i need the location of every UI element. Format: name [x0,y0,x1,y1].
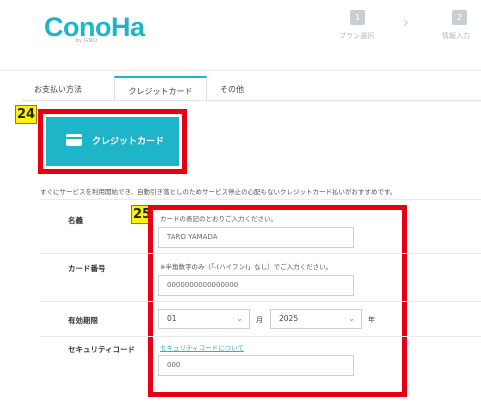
step-2-number: 2 [452,10,467,25]
credit-card-button[interactable]: クレジットカード [46,117,179,166]
tabs-baseline [22,100,481,101]
tab-payment-method[interactable]: お支払い方法 [34,84,82,95]
card-number-label: カード番号 [68,264,106,273]
credit-card-button-label: クレジットカード [92,137,165,147]
chevron-right-icon: › [402,12,410,33]
tab-credit-card-label: クレジットカード [128,87,193,96]
card-number-input[interactable]: 0000000000000000 [158,275,354,296]
expiry-label: 有効期限 [68,316,98,325]
form-divider [40,301,481,302]
security-code-help-link[interactable]: セキュリティコードについて [160,342,244,352]
chevron-down-icon: ⌄ [236,314,243,323]
card-number-hint: ※半角数字のみ（「-(ハイフン)」なし）でご入力ください。 [160,263,333,271]
chevron-down-icon: ⌄ [348,314,355,323]
step-2-label: 情報入力 [442,32,470,40]
name-input[interactable]: TARO YAMADA [158,227,354,248]
annotation-marker-24: 24 [15,105,37,124]
year-unit: 年 [368,316,375,324]
header-divider [0,70,481,71]
form-divider [40,336,481,337]
expiry-year-value: 2025 [279,314,299,323]
form-divider [40,253,481,254]
security-code-input[interactable]: 000 [158,355,354,376]
form-divider [40,199,481,200]
step-1-label: プラン選択 [339,32,374,40]
logo-sub: by GMO [76,38,98,44]
expiry-year-select[interactable]: 2025 ⌄ [270,309,362,329]
intro-text: すぐにサービスを利用開始でき、自動引き落としのためサービス停止の心配もないクレジ… [40,188,397,196]
name-label: 名義 [68,216,83,225]
month-unit: 月 [256,316,263,324]
security-code-label: セキュリティコード [68,345,136,354]
name-hint: カードの表記のとおりご入力ください。 [160,215,277,223]
expiry-month-value: 01 [167,314,177,323]
tab-other[interactable]: その他 [220,84,244,95]
expiry-month-select[interactable]: 01 ⌄ [158,309,250,329]
step-1-number: 1 [350,10,365,25]
tab-credit-card[interactable]: クレジットカード [114,76,207,101]
credit-card-icon [66,134,82,146]
